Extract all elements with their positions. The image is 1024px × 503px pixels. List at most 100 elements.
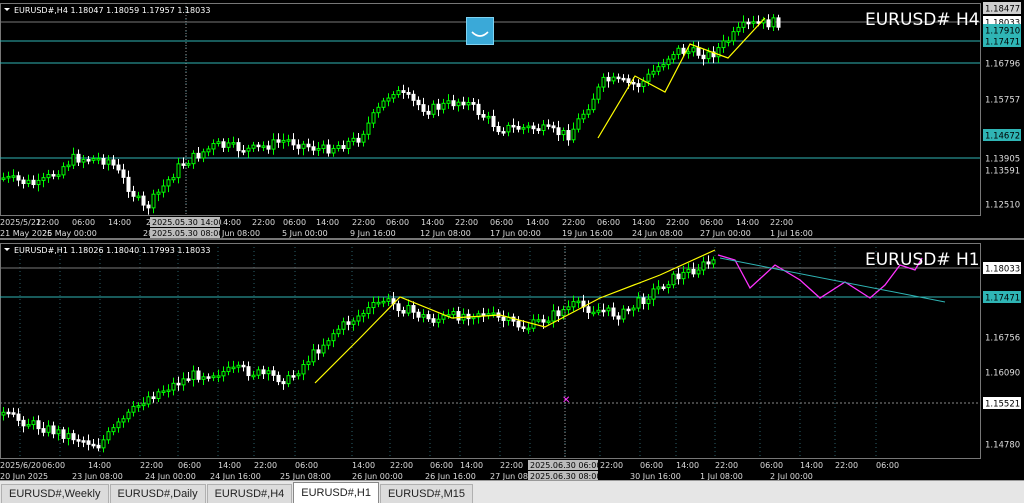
- tab-m15[interactable]: EURUSD#,M15: [379, 484, 473, 503]
- time-tick: 22:00: [666, 218, 689, 227]
- cross-marker: ✕: [562, 395, 570, 406]
- price-candle: [741, 21, 746, 28]
- price-candle: [671, 273, 676, 286]
- price-candle: [141, 195, 146, 206]
- price-candle: [516, 320, 521, 328]
- price-candle: [11, 175, 16, 178]
- time-tick: 22:00: [352, 218, 375, 227]
- price-candle: [386, 97, 391, 102]
- price-candle: [286, 375, 291, 385]
- price-candle: [376, 106, 381, 114]
- price-candle: [356, 137, 361, 143]
- price-candle: [681, 271, 686, 280]
- price-candle: [261, 369, 266, 375]
- price-candle: [111, 159, 116, 166]
- date-tick: 1 Jul 16:00: [770, 229, 813, 238]
- price-candle: [141, 403, 146, 407]
- price-candle: [356, 315, 361, 322]
- price-tick: 1.18477: [985, 5, 1020, 15]
- price-candle: [491, 115, 496, 128]
- price-candle: [646, 73, 651, 82]
- time-tick: 14:00: [352, 461, 375, 470]
- price-candle: [46, 425, 51, 433]
- price-candle: [31, 179, 36, 186]
- price-candle: [631, 307, 636, 311]
- price-candle: [56, 174, 61, 177]
- time-tick: 06:00: [295, 461, 318, 470]
- price-candle: [686, 268, 691, 273]
- price-candle: [271, 139, 276, 150]
- time-tick: 14:00: [218, 461, 241, 470]
- price-candle: [26, 179, 31, 185]
- price-candle: [541, 124, 546, 132]
- price-candle: [606, 307, 611, 312]
- price-candle: [366, 122, 371, 135]
- price-candle: [81, 159, 86, 163]
- time-tick: 06:00: [178, 461, 201, 470]
- time-tick: 2025/5/21: [0, 218, 41, 227]
- price-candle: [526, 125, 531, 129]
- price-candle: [26, 424, 31, 427]
- date-tick: 27 Jun 00:00: [700, 229, 751, 238]
- price-candle: [401, 310, 406, 314]
- price-candle: [346, 321, 351, 325]
- price-candle: [586, 306, 591, 313]
- chart-h4[interactable]: 1.18477 1.18033 1.17910 1.17471 1.16796 1.157…: [0, 0, 1024, 238]
- price-candle: [371, 112, 376, 124]
- price-candle: [681, 47, 686, 54]
- price-candle: [151, 193, 156, 209]
- date-tick: 2 Jul 00:00: [770, 472, 813, 480]
- price-candle: [326, 144, 331, 154]
- price-candle: [91, 158, 96, 161]
- time-tick: 14:00: [800, 461, 823, 470]
- price-candle: [436, 318, 441, 323]
- crosshair-date: 2025.06.30 06:00: [530, 461, 601, 470]
- price-candle: [431, 103, 436, 115]
- time-tick: 22:00: [600, 461, 623, 470]
- price-candle: [416, 99, 421, 106]
- collapse-icon: [4, 248, 10, 251]
- time-tick: 22:00: [254, 461, 277, 470]
- price-candle: [246, 147, 251, 152]
- chart-h1-canvas[interactable]: 1.18033 1.17471 1.16756 1.16090 1.15521 1.147…: [0, 240, 1024, 481]
- indicator-badge[interactable]: [466, 17, 494, 45]
- price-candle: [726, 40, 731, 43]
- price-candle: [536, 319, 541, 322]
- price-candle: [596, 86, 601, 100]
- price-candle: [106, 431, 111, 441]
- price-candle: [1, 177, 6, 180]
- price-candle: [521, 127, 526, 130]
- time-tick: 14:00: [108, 218, 131, 227]
- price-candle: [31, 420, 36, 426]
- price-candle: [96, 157, 101, 161]
- price-candle: [181, 378, 186, 386]
- tab-h1[interactable]: EURUSD#,H1: [293, 482, 379, 503]
- price-candle: [341, 145, 346, 149]
- chart-header: EURUSD#,H4 1.18047 1.18059 1.17957 1.180…: [14, 6, 210, 15]
- date-tick: 26 May 00:00: [42, 229, 97, 238]
- price-candle: [246, 366, 251, 377]
- price-candle: [211, 375, 216, 379]
- price-candle: [586, 109, 591, 115]
- tab-weekly[interactable]: EURUSD#,Weekly: [1, 484, 109, 503]
- price-candle: [546, 124, 551, 127]
- price-tick: 1.14780: [985, 441, 1020, 451]
- price-candle: [71, 433, 76, 441]
- date-tick: 17 Jun 00:00: [490, 229, 541, 238]
- price-candle: [16, 413, 21, 421]
- collapse-icon: [4, 8, 10, 11]
- price-candle: [636, 297, 641, 309]
- tab-h4[interactable]: EURUSD#,H4: [206, 484, 293, 503]
- price-candle: [76, 153, 81, 163]
- date-tick: 25 Jun 08:00: [280, 472, 331, 480]
- price-candle: [311, 146, 316, 151]
- price-candle: [301, 143, 306, 149]
- price-candle: [521, 326, 526, 329]
- price-candle: [656, 66, 661, 72]
- time-tick: 14:00: [460, 461, 483, 470]
- chart-h1[interactable]: 1.18033 1.17471 1.16756 1.16090 1.15521 1.147…: [0, 240, 1024, 481]
- price-candle: [316, 148, 321, 151]
- time-tick: 14:00: [88, 461, 111, 470]
- chart-h4-canvas[interactable]: 1.184771.180331.179101.174711.167961.157…: [0, 0, 1024, 238]
- tab-daily[interactable]: EURUSD#,Daily: [109, 484, 206, 503]
